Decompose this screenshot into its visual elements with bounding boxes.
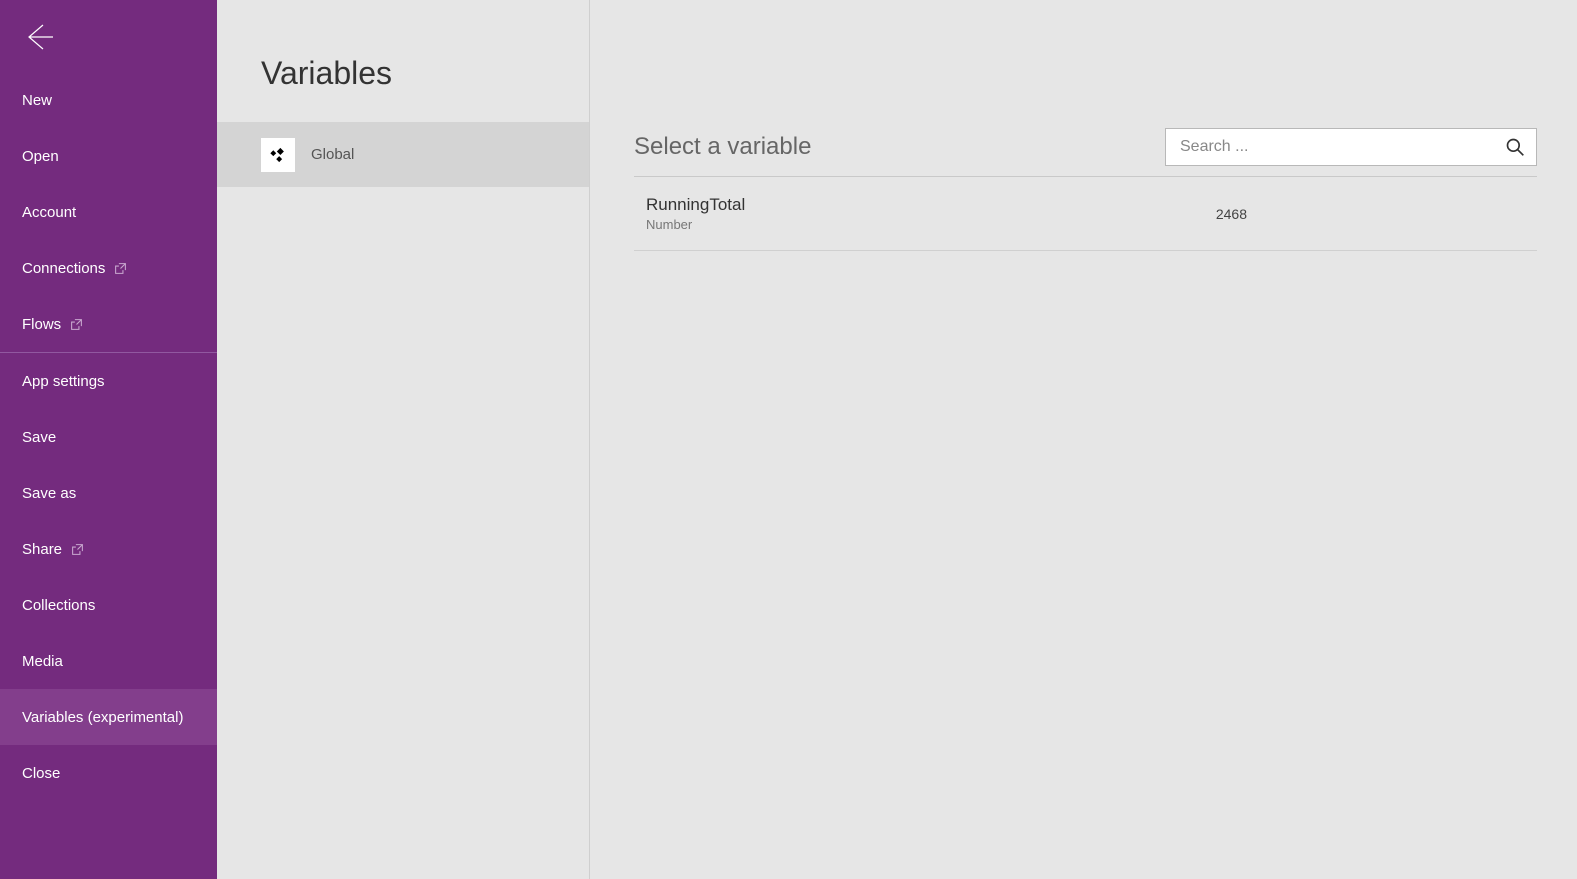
search-input[interactable] bbox=[1180, 138, 1502, 156]
nav-item-open[interactable]: Open bbox=[0, 128, 217, 184]
scope-column: Variables Global bbox=[217, 0, 590, 879]
nav-item-connections[interactable]: Connections bbox=[0, 240, 217, 296]
variable-info: RunningTotal Number bbox=[646, 195, 745, 232]
nav-item-save[interactable]: Save bbox=[0, 409, 217, 465]
nav-item-variables-experimental[interactable]: Variables (experimental) bbox=[0, 689, 217, 745]
nav-item-save-as[interactable]: Save as bbox=[0, 465, 217, 521]
nav-item-media[interactable]: Media bbox=[0, 633, 217, 689]
nav-item-label: Flows bbox=[22, 316, 61, 333]
nav-section-bottom: App settings Save Save as Share Collections M… bbox=[0, 353, 217, 801]
nav-item-new[interactable]: New bbox=[0, 72, 217, 128]
external-link-icon bbox=[70, 542, 84, 556]
nav-item-label: Share bbox=[22, 541, 62, 558]
scope-item-label: Global bbox=[311, 146, 354, 163]
nav-item-label: App settings bbox=[22, 373, 105, 390]
variable-type: Number bbox=[646, 217, 745, 232]
nav-item-label: Connections bbox=[22, 260, 105, 277]
nav-item-label: Save as bbox=[22, 485, 76, 502]
nav-item-label: Collections bbox=[22, 597, 95, 614]
nav-item-label: Open bbox=[22, 148, 59, 165]
nav-item-app-settings[interactable]: App settings bbox=[0, 353, 217, 409]
detail-title: Select a variable bbox=[634, 133, 811, 161]
nav-item-close[interactable]: Close bbox=[0, 745, 217, 801]
nav-item-label: Account bbox=[22, 204, 76, 221]
nav-item-label: Media bbox=[22, 653, 63, 670]
variable-row[interactable]: RunningTotal Number 2468 bbox=[634, 177, 1537, 251]
nav-section-top: New Open Account Connections Flows bbox=[0, 72, 217, 352]
nav-item-flows[interactable]: Flows bbox=[0, 296, 217, 352]
detail-header: Select a variable bbox=[634, 0, 1537, 177]
detail-column: Select a variable RunningTotal Number 2468 bbox=[590, 0, 1577, 879]
file-menu-sidebar: New Open Account Connections Flows App setti… bbox=[0, 0, 217, 879]
nav-item-account[interactable]: Account bbox=[0, 184, 217, 240]
search-box[interactable] bbox=[1165, 128, 1537, 166]
nav-item-label: Save bbox=[22, 429, 56, 446]
global-scope-icon bbox=[261, 138, 295, 172]
nav-item-share[interactable]: Share bbox=[0, 521, 217, 577]
scope-item-global[interactable]: Global bbox=[217, 122, 589, 187]
back-arrow-icon bbox=[23, 21, 55, 58]
search-icon bbox=[1502, 134, 1528, 160]
scope-title: Variables bbox=[217, 0, 589, 122]
nav-item-label: Close bbox=[22, 765, 60, 782]
external-link-icon bbox=[69, 317, 83, 331]
nav-item-label: Variables (experimental) bbox=[22, 709, 183, 726]
variable-name: RunningTotal bbox=[646, 195, 745, 215]
external-link-icon bbox=[113, 261, 127, 275]
variable-value: 2468 bbox=[1216, 206, 1527, 222]
nav-item-collections[interactable]: Collections bbox=[0, 577, 217, 633]
back-button[interactable] bbox=[14, 14, 64, 64]
nav-item-label: New bbox=[22, 92, 52, 109]
